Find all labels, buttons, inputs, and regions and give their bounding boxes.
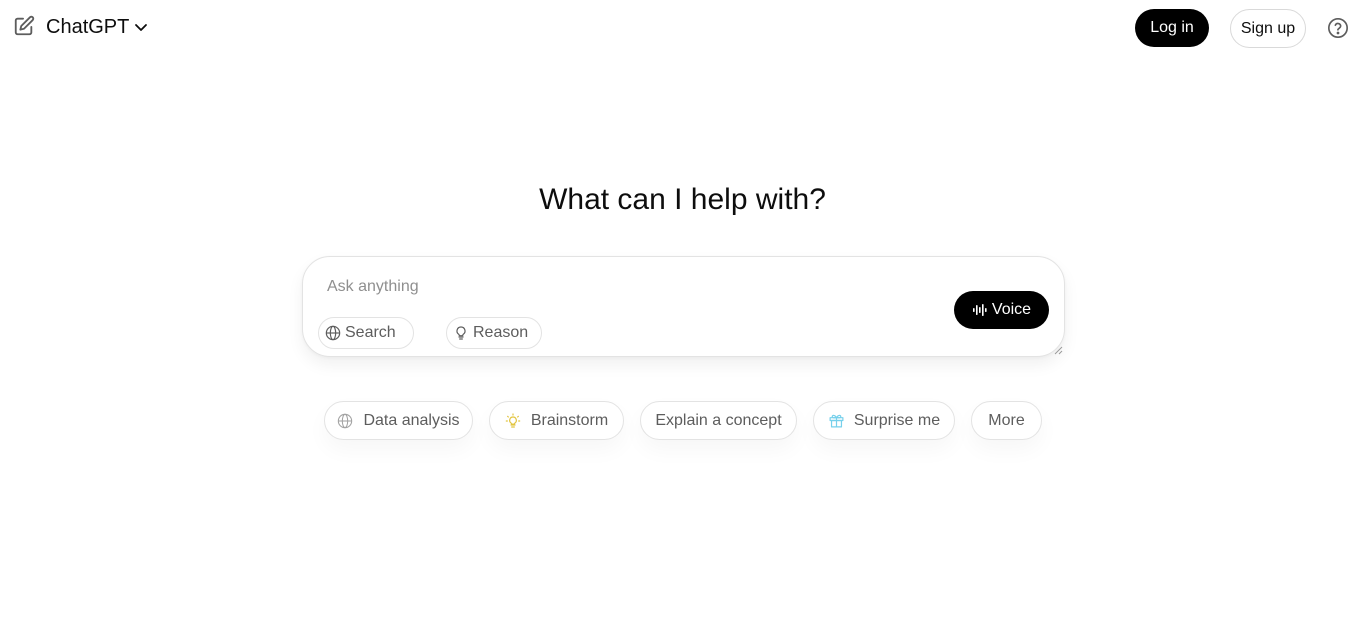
suggestion-label: More: [988, 411, 1025, 429]
model-switcher[interactable]: ChatGPT: [46, 13, 149, 41]
suggestion-more[interactable]: More: [971, 401, 1042, 440]
suggestion-label: Surprise me: [853, 411, 941, 429]
suggestion-data-analysis[interactable]: Data analysis: [324, 401, 473, 440]
reason-toggle-button[interactable]: Reason: [446, 317, 542, 349]
globe-icon: [325, 325, 341, 341]
top-bar: ChatGPT Log in Sign up: [0, 0, 1365, 56]
help-button[interactable]: [1326, 16, 1350, 40]
voice-button[interactable]: Voice: [954, 291, 1049, 329]
suggestion-label: Brainstorm: [530, 411, 609, 429]
chevron-down-icon: [133, 19, 149, 35]
prompt-composer: Search Reason Voice: [302, 256, 1065, 357]
suggestion-label: Data analysis: [363, 411, 460, 429]
search-toggle-label: Search: [345, 324, 396, 341]
suggestion-label: Explain a concept: [655, 411, 782, 429]
help-icon: [1328, 18, 1348, 38]
new-chat-button[interactable]: [12, 14, 36, 38]
page-headline: What can I help with?: [539, 183, 826, 216]
globe-icon: [337, 412, 355, 430]
gift-icon: [828, 412, 846, 430]
suggestion-brainstorm[interactable]: Brainstorm: [489, 401, 624, 440]
new-chat-icon: [14, 15, 35, 36]
search-toggle-button[interactable]: Search: [318, 317, 414, 349]
prompt-input[interactable]: [327, 275, 927, 299]
suggestion-surprise-me[interactable]: Surprise me: [813, 401, 955, 440]
suggestion-explain-concept[interactable]: Explain a concept: [640, 401, 797, 440]
model-name: ChatGPT: [46, 16, 130, 38]
lightbulb-icon: [453, 325, 469, 341]
voice-button-label: Voice: [991, 301, 1032, 318]
lightbulb-icon: [505, 412, 523, 430]
login-button[interactable]: Log in: [1135, 9, 1209, 47]
resize-handle-icon[interactable]: [1053, 345, 1063, 355]
signup-button[interactable]: Sign up: [1230, 9, 1306, 48]
reason-toggle-label: Reason: [473, 324, 529, 341]
soundwave-icon: [972, 302, 988, 318]
